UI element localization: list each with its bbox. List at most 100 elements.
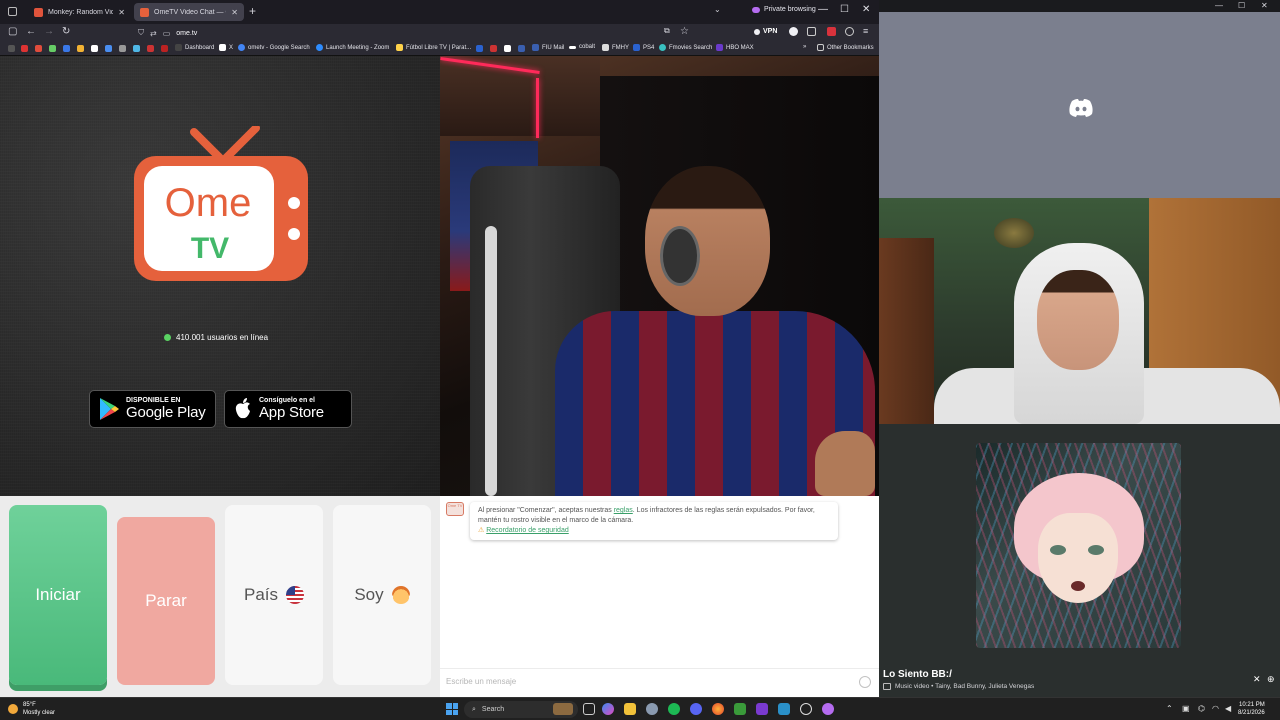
close-window-button[interactable]: ✕ [862,4,870,15]
bookmark-icon[interactable] [119,45,126,52]
start-button[interactable]: Iniciar [9,505,107,685]
bookmark-icon[interactable] [147,45,154,52]
remote-video-feed [440,56,879,496]
tray-app-icon[interactable]: ▣ [1182,704,1190,713]
bookmark-fmhy[interactable]: FMHY [602,44,629,51]
bookmark-ps4[interactable]: PS4 [633,44,654,51]
system-clock[interactable]: 10:21 PM 8/21/2026 [1238,701,1265,717]
app-menu-icon[interactable]: ≡ [863,26,868,36]
close-tab-icon[interactable]: ✕ [118,8,125,17]
wifi-icon[interactable]: ◠ [1212,704,1219,713]
forward-button[interactable]: → [44,26,54,37]
volume-icon[interactable]: ◀ [1225,704,1231,713]
maximize-button[interactable]: ☐ [840,4,849,15]
maximize-button[interactable]: ☐ [1238,1,1245,10]
chair-stripe [485,226,497,496]
bookmark-x[interactable]: X [219,44,233,51]
reload-button[interactable]: ↻ [62,26,70,37]
file-explorer-icon[interactable] [624,703,636,715]
chatgpt-icon[interactable] [800,703,812,715]
widgets-app-icon[interactable] [553,703,573,715]
bookmark-icon[interactable] [518,45,525,52]
tab-ometv[interactable]: OmeTV Video Chat — Omegle ✕ [134,3,244,21]
screenshot-icon[interactable]: ⧉ [664,26,670,36]
account-icon[interactable] [845,27,854,36]
bookmark-icon[interactable] [476,45,483,52]
minimize-button[interactable]: — [1215,1,1223,10]
bookmark-google-search[interactable]: ometv - Google Search [238,44,310,51]
bookmark-dashboard[interactable]: Dashboard [175,44,214,51]
bookmark-icon[interactable] [91,45,98,52]
photos-icon[interactable] [778,703,790,715]
settings-icon[interactable] [646,703,658,715]
x-icon [219,44,226,51]
tab-monkey[interactable]: Monkey: Random Video Chat | ✕ [28,3,131,21]
warning-icon: ⚠ [478,527,485,534]
rules-link[interactable]: reglas [614,507,633,514]
red-extension-icon[interactable] [827,27,836,36]
bookmark-icon[interactable] [504,45,511,52]
minimize-button[interactable]: — [818,4,828,15]
address-bar[interactable]: ⛉ ⇄ ▭ ome.tv [134,26,696,40]
back-button[interactable]: ← [26,26,36,37]
song-meta: Music video • Tainy, Bad Bunny, Julieta … [883,683,1034,690]
bookmark-icon[interactable] [490,45,497,52]
album-cover[interactable] [976,443,1181,648]
xbox-icon[interactable] [734,703,746,715]
private-browser-icon[interactable] [822,703,834,715]
firefox-icon[interactable] [712,703,724,715]
search-placeholder: Search [481,706,505,713]
zoom-icon [316,44,323,51]
bookmark-zoom[interactable]: Launch Meeting - Zoom [316,44,389,51]
bookmark-fmovies[interactable]: Fmovies Search [659,44,712,51]
bookmarks-overflow-icon[interactable]: » [803,44,806,50]
google-play-button[interactable]: DISPONIBLE EN Google Play [89,390,216,428]
google-icon [238,44,245,51]
vpn-button[interactable]: VPN [754,28,777,35]
close-tab-icon[interactable]: ✕ [231,8,238,17]
task-view-icon[interactable] [583,703,595,715]
bookmark-icon[interactable] [63,45,70,52]
bookmark-icon[interactable] [35,45,42,52]
start-menu-icon[interactable] [446,703,458,715]
chevron-down-icon[interactable]: ⌄ [714,5,721,14]
sidebar-toggle-icon[interactable]: ▢ [8,26,17,37]
bookmark-icon[interactable] [133,45,140,52]
permissions-icon[interactable]: ⇄ [150,29,157,38]
bookmark-cobalt[interactable]: cobalt [569,44,595,50]
extensions-icon[interactable] [807,27,816,36]
close-window-button[interactable]: ✕ [1261,1,1268,10]
network-icon[interactable]: ⌬ [1198,704,1205,713]
copilot-icon[interactable] [602,703,614,715]
bookmark-icon[interactable] [21,45,28,52]
bookmark-star-icon[interactable]: ☆ [680,26,689,37]
bookmark-icon[interactable] [77,45,84,52]
spotify-icon[interactable] [668,703,680,715]
bookmark-hbo-max[interactable]: HBO MAX [716,44,754,51]
safety-reminder-link[interactable]: Recordatorio de seguridad [486,527,569,534]
bookmark-icon[interactable] [105,45,112,52]
new-tab-icon[interactable]: + [249,4,256,18]
app-icon[interactable] [756,703,768,715]
other-bookmarks-folder[interactable]: Other Bookmarks [817,44,874,51]
country-selector[interactable]: País [225,505,323,685]
stop-button[interactable]: Parar [117,517,215,685]
bookmark-icon[interactable] [49,45,56,52]
close-icon[interactable]: ✕ [1253,674,1261,685]
tab-overview-icon[interactable] [8,7,17,16]
bookmark-futbol-libre[interactable]: Fútbol Libre TV | Parat... [396,44,471,51]
weather-widget[interactable]: 85°F Mostly clear [8,701,55,717]
discord-app-icon[interactable] [690,703,702,715]
message-input[interactable]: Escribe un mensaje [440,668,879,697]
ublock-icon[interactable] [789,27,798,36]
app-store-button[interactable]: Consíguelo en el App Store [224,390,352,428]
chevron-up-icon[interactable]: ⌃ [1166,704,1173,713]
anime-mouth [1071,581,1085,591]
ometv-logo: Ome TV [134,126,308,281]
emoji-icon[interactable] [859,676,871,688]
gender-selector[interactable]: Soy [333,505,431,685]
bookmark-fiu-mail[interactable]: FIU Mail [532,44,564,51]
bookmark-icon[interactable] [161,45,168,52]
expand-icon[interactable]: ⊕ [1267,674,1275,685]
bookmark-icon[interactable] [8,45,15,52]
